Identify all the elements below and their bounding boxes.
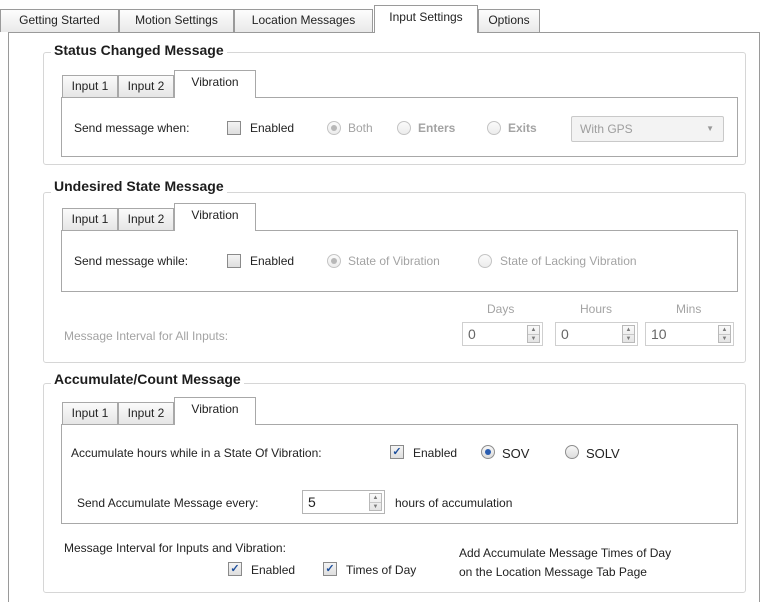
- status-changed-title: Status Changed Message: [51, 42, 227, 58]
- gps-dropdown[interactable]: With GPS ▼: [571, 116, 724, 142]
- undesired-tab-input-1[interactable]: Input 1: [62, 208, 118, 230]
- status-tab-vibration[interactable]: Vibration: [174, 70, 256, 98]
- times-of-day-checkbox[interactable]: ✓: [323, 562, 337, 576]
- status-tab-input-2[interactable]: Input 2: [118, 75, 174, 97]
- radio-state-of-lacking-vibration[interactable]: [478, 254, 492, 268]
- accumulate-enabled-checkbox[interactable]: ✓: [390, 445, 404, 459]
- interval-enabled-checkbox[interactable]: ✓: [228, 562, 242, 576]
- tab-motion-settings[interactable]: Motion Settings: [119, 9, 234, 32]
- tab-getting-started[interactable]: Getting Started: [0, 9, 119, 32]
- send-when-label: Send message when:: [74, 121, 190, 135]
- hours-spin-buttons[interactable]: ▲ ▼: [622, 325, 635, 343]
- accumulate-enabled-label: Enabled: [413, 446, 458, 460]
- mins-label: Mins: [676, 302, 702, 316]
- accumulate-hours-value: 5: [308, 494, 316, 510]
- interval-all-inputs-label: Message Interval for All Inputs:: [64, 329, 229, 343]
- radio-state-of-vibration[interactable]: [327, 254, 341, 268]
- hours-value: 0: [561, 326, 569, 342]
- radio-sov-selected-dot: [485, 449, 491, 455]
- radio-both-dot: [331, 125, 337, 131]
- undesired-tab-input-2[interactable]: Input 2: [118, 208, 174, 230]
- tab-options[interactable]: Options: [478, 9, 540, 32]
- days-value: 0: [468, 326, 476, 342]
- accumulate-tab-input-1[interactable]: Input 1: [62, 402, 118, 424]
- accumulate-spin-buttons[interactable]: ▲ ▼: [369, 493, 382, 511]
- radio-sov-dot: [331, 258, 337, 264]
- accumulate-title: Accumulate/Count Message: [51, 371, 244, 387]
- times-of-day-label: Times of Day: [346, 563, 417, 577]
- radio-exits[interactable]: [487, 121, 501, 135]
- chevron-down-icon: ▼: [706, 124, 714, 133]
- interval-enabled-label: Enabled: [251, 563, 296, 577]
- radio-state-of-lacking-vibration-label: State of Lacking Vibration: [500, 254, 637, 268]
- days-label: Days: [487, 302, 515, 316]
- radio-sov-label: SOV: [502, 446, 530, 461]
- send-every-label: Send Accumulate Message every:: [77, 496, 259, 510]
- days-spin-buttons[interactable]: ▲ ▼: [527, 325, 540, 343]
- hours-of-accumulation-label: hours of accumulation: [395, 496, 513, 510]
- tab-location-messages[interactable]: Location Messages: [234, 9, 373, 32]
- send-while-label: Send message while:: [74, 254, 189, 268]
- accumulate-tab-vibration[interactable]: Vibration: [174, 397, 256, 425]
- radio-both[interactable]: [327, 121, 341, 135]
- accumulate-hours-label: Accumulate hours while in a State Of Vib…: [71, 446, 322, 460]
- days-stepper[interactable]: 0 ▲ ▼: [462, 322, 543, 346]
- status-enabled-label: Enabled: [250, 121, 295, 135]
- radio-both-label: Both: [348, 121, 373, 135]
- mins-stepper[interactable]: 10 ▲ ▼: [645, 322, 734, 346]
- undesired-state-title: Undesired State Message: [51, 178, 227, 194]
- note-line-2: on the Location Message Tab Page: [459, 565, 647, 579]
- radio-solv-label: SOLV: [586, 446, 620, 461]
- accumulate-tab-input-2[interactable]: Input 2: [118, 402, 174, 424]
- undesired-enabled-checkbox[interactable]: [227, 254, 241, 268]
- undesired-tab-vibration[interactable]: Vibration: [174, 203, 256, 231]
- radio-solv[interactable]: [565, 445, 579, 459]
- accumulate-hours-stepper[interactable]: 5 ▲ ▼: [302, 490, 385, 514]
- note-line-1: Add Accumulate Message Times of Day: [459, 546, 672, 560]
- interval-inputs-vibration-label: Message Interval for Inputs and Vibratio…: [64, 541, 286, 555]
- radio-enters[interactable]: [397, 121, 411, 135]
- hours-stepper[interactable]: 0 ▲ ▼: [555, 322, 638, 346]
- gps-dropdown-value: With GPS: [580, 122, 633, 136]
- status-enabled-checkbox[interactable]: [227, 121, 241, 135]
- radio-state-of-vibration-label: State of Vibration: [348, 254, 440, 268]
- undesired-enabled-label: Enabled: [250, 254, 295, 268]
- tab-input-settings[interactable]: Input Settings: [374, 5, 478, 33]
- mins-value: 10: [651, 326, 667, 342]
- mins-spin-buttons[interactable]: ▲ ▼: [718, 325, 731, 343]
- status-tab-input-1[interactable]: Input 1: [62, 75, 118, 97]
- radio-exits-label: Exits: [508, 121, 537, 135]
- radio-sov[interactable]: [481, 445, 495, 459]
- hours-label: Hours: [580, 302, 613, 316]
- radio-enters-label: Enters: [418, 121, 456, 135]
